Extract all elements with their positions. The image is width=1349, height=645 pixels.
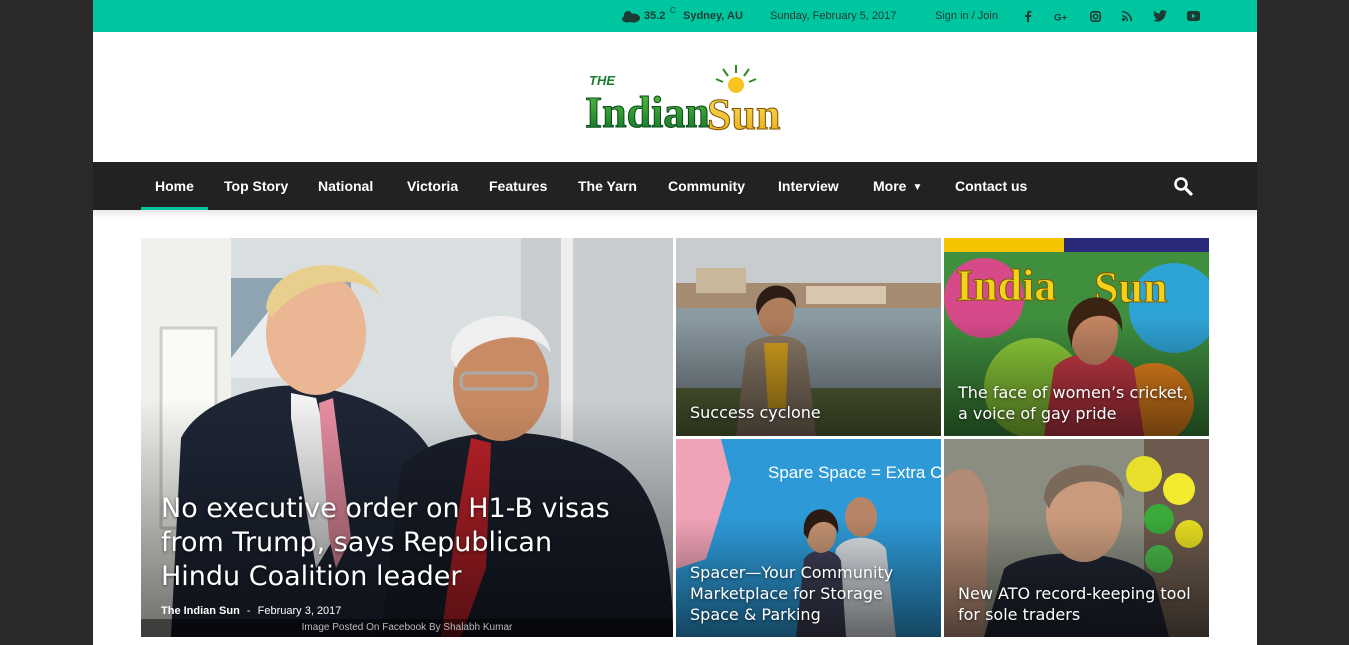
current-date: Sunday, February 5, 2017 xyxy=(770,10,897,22)
nav-community[interactable]: Community xyxy=(668,162,745,210)
featured-article-1[interactable]: Success cyclone xyxy=(676,238,941,436)
svg-text:Indian: Indian xyxy=(585,88,710,135)
featured-article-4[interactable]: New ATO record-keeping tool for sole tra… xyxy=(944,439,1209,637)
featured-3-title[interactable]: Spacer—Your Community Marketplace for St… xyxy=(690,562,929,625)
main-nav: Home Top Story National Victoria Feature… xyxy=(93,162,1257,210)
nav-the-yarn[interactable]: The Yarn xyxy=(578,162,637,210)
featured-main-meta: The Indian Sun - February 3, 2017 xyxy=(161,605,341,617)
google-plus-icon[interactable]: G+ xyxy=(1054,9,1068,23)
featured-article-3[interactable]: Spare Space = Extra Ca Spacer—Your Commu… xyxy=(676,439,941,637)
instagram-icon[interactable] xyxy=(1088,9,1102,23)
nav-victoria[interactable]: Victoria xyxy=(407,162,458,210)
nav-national[interactable]: National xyxy=(318,162,373,210)
twitter-icon[interactable] xyxy=(1153,9,1167,23)
featured-article-2[interactable]: India Sun The face of women’s cricket, a… xyxy=(944,238,1209,436)
article-author[interactable]: The Indian Sun xyxy=(161,605,240,617)
signin-link[interactable]: Sign in / Join xyxy=(935,10,998,22)
site-container: 35.2 C Sydney, AU Sunday, February 5, 20… xyxy=(93,0,1257,645)
weather-city: Sydney, AU xyxy=(683,10,743,22)
weather-cloudy-icon xyxy=(622,11,640,23)
nav-interview[interactable]: Interview xyxy=(778,162,839,210)
featured-1-title[interactable]: Success cyclone xyxy=(690,402,929,423)
nav-more[interactable]: More ▼ xyxy=(873,162,922,210)
chevron-down-icon: ▼ xyxy=(912,182,923,193)
rss-icon[interactable] xyxy=(1120,9,1134,23)
search-icon[interactable] xyxy=(1173,176,1193,196)
facebook-icon[interactable] xyxy=(1021,9,1035,23)
svg-text:THE: THE xyxy=(589,73,615,88)
article-date: February 3, 2017 xyxy=(257,605,342,617)
tile-3-banner: Spare Space = Extra Ca xyxy=(768,463,941,482)
nav-features[interactable]: Features xyxy=(489,162,547,210)
nav-top-story[interactable]: Top Story xyxy=(224,162,288,210)
youtube-icon[interactable] xyxy=(1186,9,1200,23)
image-caption: Image Posted On Facebook By Shalabh Kuma… xyxy=(141,619,673,637)
featured-article-main[interactable]: No executive order on H1-B visas from Tr… xyxy=(141,238,673,637)
featured-4-title[interactable]: New ATO record-keeping tool for sole tra… xyxy=(958,583,1197,625)
temperature: 35.2 xyxy=(644,10,666,22)
site-header: THE Indian Sun xyxy=(93,32,1257,162)
nav-home[interactable]: Home xyxy=(141,162,208,210)
nav-shadow xyxy=(93,210,1257,218)
featured-main-title[interactable]: No executive order on H1-B visas from Tr… xyxy=(161,492,621,594)
nav-more-label: More xyxy=(873,178,907,194)
nav-contact-us[interactable]: Contact us xyxy=(955,162,1027,210)
svg-text:Sun: Sun xyxy=(707,90,780,135)
featured-2-title[interactable]: The face of women’s cricket, a voice of … xyxy=(958,382,1197,424)
site-logo[interactable]: THE Indian Sun xyxy=(583,65,805,135)
svg-text:India: India xyxy=(956,261,1056,310)
temperature-unit: C xyxy=(670,6,676,15)
meta-separator: - xyxy=(246,605,251,617)
svg-text:G+: G+ xyxy=(1054,12,1067,22)
top-bar: 35.2 C Sydney, AU Sunday, February 5, 20… xyxy=(93,0,1257,32)
